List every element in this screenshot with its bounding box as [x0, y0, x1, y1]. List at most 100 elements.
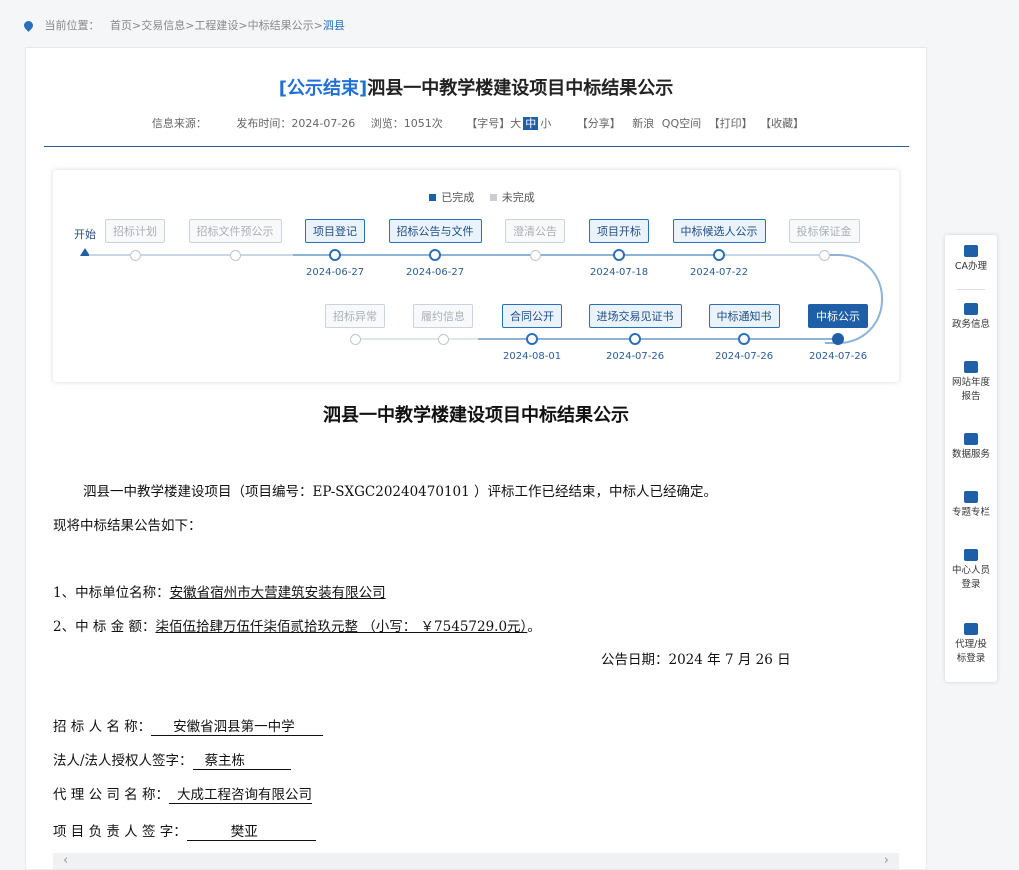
timeline-curve — [825, 254, 883, 344]
sidebar-label: 政务信息 — [951, 319, 990, 330]
timeline-line-1a — [89, 254, 293, 256]
timeline-start-label: 开始 — [74, 228, 96, 241]
timeline-step[interactable]: 合同公开 — [502, 304, 562, 328]
legal-label: 法人/法人授权人签字： — [53, 753, 193, 769]
sidebar-label: 代理/投标登录 — [955, 639, 987, 664]
timeline-step[interactable]: 招标文件预公示 — [188, 219, 282, 243]
page-title: [公示结束]泗县一中教学楼建设项目中标结果公示 — [26, 74, 926, 100]
gov-info-icon — [964, 303, 978, 315]
notice-date: 公告日期：2024 年 7 月 26 日 — [601, 652, 791, 668]
share-sina[interactable]: 新浪 — [632, 117, 654, 130]
timeline-dot — [329, 249, 341, 261]
agent-value: 大成工程咨询有限公司 — [168, 783, 312, 804]
breadcrumb-construction[interactable]: 工程建设> — [194, 19, 247, 32]
timeline-date: 2024-06-27 — [306, 267, 365, 278]
sidebar-item-data-service[interactable]: 数据服务 — [945, 433, 997, 462]
timeline-step[interactable]: 招标计划 — [105, 219, 165, 243]
doc-item-2: 2、中 标 金 额：柒佰伍拾肆万伍仟柒佰贰拾玖元整 （小写： ￥7545729.… — [53, 615, 541, 635]
scroll-left-icon[interactable]: ‹ — [63, 853, 68, 868]
data-service-icon — [964, 433, 978, 445]
document-title: 泗县一中教学楼建设项目中标结果公示 — [323, 405, 629, 426]
sidebar-item-special[interactable]: 专题专栏 — [945, 491, 997, 520]
font-size-label: 【字号】 — [466, 117, 511, 130]
article-meta: 信息来源： 发布时间：2024-07-26 浏览：1051次 【字号】大中小 【… — [26, 115, 926, 131]
breadcrumb: 当前位置： 首页>交易信息>工程建设>中标结果公示>泗县 — [22, 17, 345, 33]
meta-views: 浏览：1051次 — [370, 117, 443, 130]
sidebar-label: 网站年度报告 — [951, 377, 990, 402]
scroll-right-icon[interactable]: › — [884, 853, 889, 868]
doc-agent: 代 理 公 司 名 称： 大成工程咨询有限公司 — [53, 783, 312, 804]
timeline-step[interactable]: 澄清公告 — [505, 219, 565, 243]
timeline-step[interactable]: 投标保证金 — [788, 219, 860, 243]
sidebar-item-ca[interactable]: CA办理 — [945, 245, 997, 274]
font-size-large[interactable]: 大 — [510, 117, 521, 130]
timeline-step[interactable]: 招标异常 — [325, 304, 385, 328]
timeline-dot — [526, 333, 538, 345]
location-pin-icon — [22, 19, 35, 32]
timeline-date: 2024-07-26 — [715, 351, 774, 362]
sidebar-label: CA办理 — [954, 261, 988, 272]
progress-timeline: 已完成 未完成 开始 招标计划 招标文件预公示 项目登记 2024-06-27 招标公告… — [53, 170, 899, 382]
timeline-step[interactable]: 招标公告与文件 — [388, 219, 482, 243]
font-size-small[interactable]: 小 — [540, 117, 551, 130]
favorite-link[interactable]: 【收藏】 — [760, 117, 804, 130]
timeline-step[interactable]: 项目开标 — [589, 219, 649, 243]
sidebar-item-gov-info[interactable]: 政务信息 — [945, 303, 997, 332]
timeline-dot — [629, 333, 641, 345]
timeline-step[interactable]: 项目登记 — [305, 219, 365, 243]
breadcrumb-home[interactable]: 首页> — [110, 19, 141, 32]
share-label: 【分享】 — [576, 117, 621, 130]
tenderer-label: 招 标 人 名 称： — [53, 719, 152, 735]
title-divider — [44, 146, 909, 147]
sidebar-label: 中心人员登录 — [951, 565, 990, 590]
sidebar-item-staff-login[interactable]: 中心人员登录 — [945, 549, 997, 592]
print-link[interactable]: 【打印】 — [709, 117, 753, 130]
share-qq[interactable]: QQ空间 — [662, 117, 701, 130]
agent-label: 代 理 公 司 名 称： — [53, 787, 169, 803]
pm-label: 项 目 负 责 人 签 字： — [53, 824, 187, 840]
breadcrumb-label: 当前位置： — [44, 19, 100, 32]
agent-login-icon — [964, 623, 978, 635]
timeline-line-1c — [721, 254, 825, 256]
breadcrumb-current[interactable]: 泗县 — [323, 19, 345, 32]
sidebar-item-annual-report[interactable]: 网站年度报告 — [945, 361, 997, 404]
breadcrumb-results[interactable]: 中标结果公示> — [248, 19, 323, 32]
timeline-step[interactable]: 中标候选人公示 — [672, 219, 766, 243]
legend-todo-swatch — [489, 194, 497, 201]
item2-value: 柒佰伍拾肆万伍仟柒佰贰拾玖元整 （小写： ￥7545729.0元） — [155, 619, 528, 635]
legend-todo: 未完成 — [501, 191, 535, 204]
doc-intro-2: 现将中标结果公告如下： — [53, 518, 202, 534]
sidebar-label: 数据服务 — [951, 449, 990, 460]
status-badge: [公示结束] — [278, 78, 368, 99]
legend-done-swatch — [429, 194, 437, 201]
sidebar-divider — [957, 289, 985, 290]
timeline-dot — [818, 249, 830, 261]
timeline-dot — [437, 333, 449, 345]
timeline-dot — [613, 249, 625, 261]
timeline-dot — [529, 249, 541, 261]
breadcrumb-trade[interactable]: 交易信息> — [141, 19, 194, 32]
item2-label: 2、中 标 金 额： — [53, 619, 156, 635]
timeline-step[interactable]: 中标公示 — [808, 304, 868, 328]
timeline-step[interactable]: 履约信息 — [413, 304, 473, 328]
doc-intro: 泗县一中教学楼建设项目（项目编号：EP-SXGC20240470101 ）评标工… — [83, 484, 718, 500]
font-size-medium[interactable]: 中 — [523, 117, 539, 130]
timeline-dot — [229, 249, 241, 261]
tenderer-value: 安徽省泗县第一中学 — [151, 715, 323, 736]
horizontal-scrollbar[interactable]: ‹ › — [53, 853, 899, 869]
timeline-dot — [349, 333, 361, 345]
timeline-dot — [738, 333, 750, 345]
timeline-step[interactable]: 进场交易见证书 — [588, 304, 682, 328]
pm-value: 樊亚 — [186, 820, 316, 841]
timeline-dot — [713, 249, 725, 261]
timeline-dot — [832, 333, 844, 345]
staff-login-icon — [964, 549, 978, 561]
timeline-date: 2024-08-01 — [503, 351, 562, 362]
meta-source: 信息来源： — [151, 117, 207, 130]
item1-label: 1、中标单位名称： — [53, 585, 170, 601]
item2-end: 。 — [527, 619, 541, 635]
report-icon — [964, 361, 978, 373]
timeline-step[interactable]: 中标通知书 — [708, 304, 780, 328]
sidebar-item-agent-login[interactable]: 代理/投标登录 — [945, 623, 997, 666]
timeline-line-1b — [293, 254, 721, 256]
